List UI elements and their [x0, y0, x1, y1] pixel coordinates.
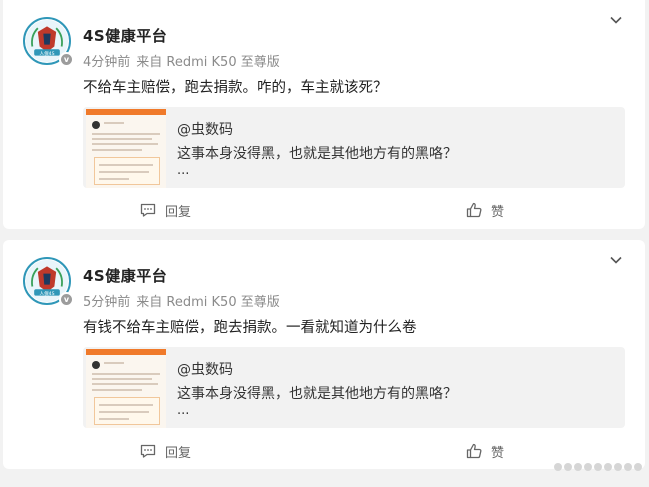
quoted-image-thumbnail[interactable]	[86, 349, 166, 428]
post-time[interactable]: 5分钟前	[83, 295, 130, 310]
blurred-watermark	[554, 458, 642, 476]
like-button[interactable]: 赞	[465, 441, 504, 461]
reply-label: 回复	[165, 204, 192, 220]
comment-icon	[140, 444, 156, 458]
post-card: 人保4S v 4S健康平台 4分钟前 来自 Redmi K50 至尊版 不给车主赔…	[3, 0, 645, 229]
verified-badge: v	[59, 52, 74, 67]
quoted-text: 这事本身没得黑，也就是其他地方有的黑咯？	[177, 146, 457, 162]
thumbs-up-icon	[466, 202, 482, 218]
chevron-down-icon[interactable]	[609, 13, 623, 27]
quoted-author[interactable]: @虫数码	[177, 119, 233, 139]
quoted-more: ...	[177, 403, 190, 418]
quoted-image-thumbnail[interactable]	[86, 109, 166, 188]
reply-label: 回复	[165, 445, 192, 461]
verified-badge: v	[59, 292, 74, 307]
post-card: 人保4S v 4S健康平台 5分钟前 来自 Redmi K50 至尊版 有钱不给车…	[3, 240, 645, 469]
post-meta: 5分钟前 来自 Redmi K50 至尊版	[83, 291, 286, 310]
quoted-post[interactable]: @虫数码 这事本身没得黑，也就是其他地方有的黑咯？ ...	[83, 347, 625, 428]
quoted-more: ...	[177, 163, 190, 178]
chevron-down-icon[interactable]	[609, 253, 623, 267]
reply-button[interactable]: 回复	[139, 441, 191, 461]
post-text: 有钱不给车主赔偿，跑去捐款。一看就知道为什么卷	[83, 320, 417, 336]
thumbs-up-icon	[466, 443, 482, 459]
author-name[interactable]: 4S健康平台	[83, 265, 167, 286]
post-source: 来自 Redmi K50 至尊版	[136, 55, 280, 70]
comment-icon	[140, 203, 156, 217]
quoted-text: 这事本身没得黑，也就是其他地方有的黑咯？	[177, 386, 457, 402]
like-button[interactable]: 赞	[465, 200, 504, 220]
reply-button[interactable]: 回复	[139, 200, 191, 220]
like-label: 赞	[491, 204, 505, 220]
post-text: 不给车主赔偿，跑去捐款。咋的，车主就该死？	[83, 80, 388, 96]
author-name[interactable]: 4S健康平台	[83, 25, 167, 46]
quoted-post[interactable]: @虫数码 这事本身没得黑，也就是其他地方有的黑咯？ ...	[83, 107, 625, 188]
like-label: 赞	[491, 445, 505, 461]
post-time[interactable]: 4分钟前	[83, 55, 130, 70]
post-meta: 4分钟前 来自 Redmi K50 至尊版	[83, 51, 286, 70]
post-source: 来自 Redmi K50 至尊版	[136, 295, 280, 310]
quoted-author[interactable]: @虫数码	[177, 359, 233, 379]
